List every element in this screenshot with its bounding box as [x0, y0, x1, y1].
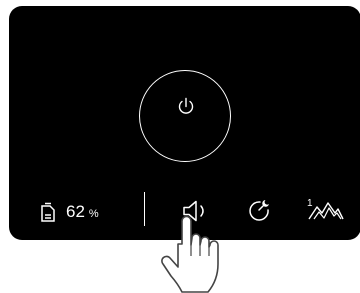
timer-moon-icon[interactable] — [247, 198, 271, 222]
water-tank-icon — [41, 202, 55, 222]
water-level-indicator: 62 % — [40, 200, 99, 224]
power-button[interactable] — [139, 70, 231, 162]
water-level-value: 62 — [66, 202, 85, 221]
divider — [144, 192, 145, 226]
power-icon — [178, 97, 194, 114]
hand-pointer-icon — [161, 215, 219, 293]
mountain-mode-icon[interactable]: 1 — [305, 196, 345, 222]
water-level-unit: % — [88, 208, 99, 220]
mode-badge: 1 — [307, 198, 313, 209]
